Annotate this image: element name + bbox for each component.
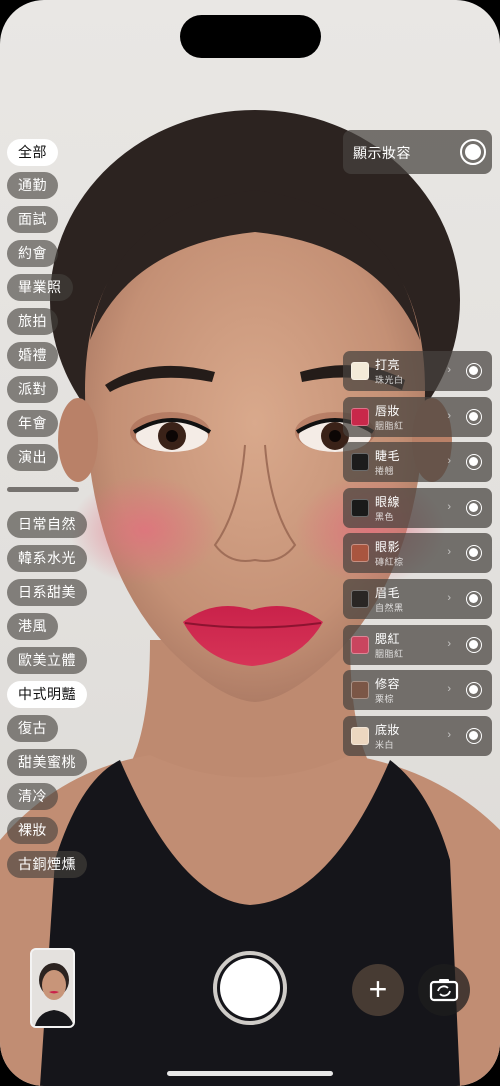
- makeup-item-shade: 捲翹: [375, 466, 395, 477]
- chevron-right-icon: ›: [447, 500, 451, 513]
- occasion-pill[interactable]: 約會: [7, 240, 58, 267]
- makeup-item-shade: 米白: [375, 739, 395, 750]
- style-pill[interactable]: 日常自然: [7, 511, 87, 538]
- chevron-right-icon: ›: [447, 637, 451, 650]
- makeup-item-row[interactable]: 眉毛自然黑 ›: [343, 579, 492, 619]
- makeup-item-toggle[interactable]: [466, 682, 482, 699]
- makeup-item-row[interactable]: 眼線黑色 ›: [343, 487, 492, 528]
- makeup-item-row[interactable]: 睫毛捲翹 ›: [343, 442, 492, 483]
- occasion-pill[interactable]: 演出: [7, 444, 58, 471]
- style-pill[interactable]: 日系甜美: [7, 579, 87, 606]
- makeup-item-name: 打亮: [375, 358, 401, 372]
- camera-flip-button[interactable]: [418, 964, 470, 1016]
- makeup-item-shade: 珠光白: [375, 375, 404, 385]
- style-pill[interactable]: 歐美立體: [7, 647, 87, 674]
- occasion-pill[interactable]: 旅拍: [7, 308, 58, 335]
- makeup-item-row[interactable]: 打亮珠光白 ›: [343, 351, 492, 391]
- makeup-item-toggle[interactable]: [466, 727, 482, 744]
- makeup-item-name: 修容: [375, 677, 401, 692]
- makeup-item-toggle[interactable]: [466, 636, 482, 653]
- phone-screen: 全部通勤面試約會畢業照旅拍婚禮派對年會演出 日常自然韓系水光日系甜美港風歐美立體…: [0, 0, 500, 1086]
- makeup-item-row[interactable]: 唇妝胭脂紅 ›: [343, 396, 492, 437]
- occasion-pill[interactable]: 年會: [7, 410, 58, 437]
- home-indicator[interactable]: [167, 1071, 333, 1076]
- makeup-item-row[interactable]: 眼影磚紅棕 ›: [343, 533, 492, 574]
- makeup-swatch: [351, 726, 369, 745]
- occasion-pill[interactable]: 面試: [7, 206, 58, 233]
- makeup-swatch: [351, 453, 369, 472]
- chevron-right-icon: ›: [447, 455, 451, 468]
- makeup-item-name: 腮紅: [375, 631, 401, 646]
- chevron-right-icon: ›: [447, 728, 451, 741]
- last-photo-thumbnail[interactable]: [30, 948, 75, 1028]
- makeup-item-name: 底妝: [375, 722, 401, 737]
- makeup-item-shade: 胭脂紅: [375, 648, 404, 659]
- makeup-item-name: 睫毛: [375, 449, 401, 464]
- chevron-right-icon: ›: [447, 683, 451, 696]
- style-pill[interactable]: 中式明豔: [7, 681, 87, 708]
- chevron-right-icon: ›: [447, 409, 451, 422]
- style-pill[interactable]: 復古: [7, 715, 58, 742]
- plus-icon: +: [368, 971, 388, 1007]
- occasion-pill[interactable]: 全部: [7, 139, 58, 166]
- style-pill[interactable]: 甜美蜜桃: [7, 749, 87, 776]
- makeup-item-shade: 栗棕: [375, 694, 395, 705]
- occasion-pill[interactable]: 婚禮: [7, 342, 58, 369]
- makeup-item-shade: 黑色: [375, 511, 395, 522]
- makeup-item-toggle[interactable]: [466, 363, 482, 379]
- makeup-item-row[interactable]: 修容栗棕 ›: [343, 670, 492, 711]
- style-pill[interactable]: 清冷: [7, 783, 58, 810]
- makeup-swatch: [351, 590, 369, 608]
- dynamic-island: [180, 15, 321, 58]
- occasion-pill[interactable]: 通勤: [7, 172, 58, 199]
- makeup-item-toggle[interactable]: [466, 499, 482, 516]
- makeup-swatch: [351, 407, 369, 426]
- style-pill[interactable]: 韓系水光: [7, 545, 87, 572]
- makeup-swatch: [351, 362, 369, 380]
- makeup-item-shade: 胭脂紅: [375, 420, 404, 431]
- makeup-item-row[interactable]: 腮紅胭脂紅 ›: [343, 624, 492, 665]
- occasion-pill[interactable]: 畢業照: [7, 274, 73, 301]
- show-makeup-toggle-row[interactable]: 顯示妝容: [343, 130, 492, 174]
- makeup-item-shade: 磚紅棕: [375, 557, 404, 568]
- makeup-item-toggle[interactable]: [466, 545, 482, 562]
- makeup-swatch: [351, 635, 369, 654]
- category-divider: [7, 487, 79, 492]
- chevron-right-icon: ›: [447, 364, 451, 376]
- occasion-pill[interactable]: 派對: [7, 376, 58, 403]
- show-makeup-label: 顯示妝容: [353, 145, 411, 161]
- chevron-right-icon: ›: [447, 592, 451, 604]
- shutter-button[interactable]: [220, 958, 280, 1018]
- makeup-item-shade: 自然黑: [375, 603, 404, 613]
- makeup-item-toggle[interactable]: [466, 408, 482, 425]
- makeup-item-name: 眉毛: [375, 586, 401, 600]
- makeup-item-toggle[interactable]: [466, 591, 482, 607]
- add-look-button[interactable]: +: [352, 964, 404, 1016]
- show-makeup-toggle[interactable]: [460, 139, 486, 165]
- makeup-swatch: [351, 681, 369, 700]
- chevron-right-icon: ›: [447, 546, 451, 559]
- camera-flip-icon: [429, 979, 459, 1002]
- makeup-item-name: 眼線: [375, 494, 401, 509]
- style-pill[interactable]: 裸妝: [7, 817, 58, 844]
- makeup-item-name: 眼影: [375, 540, 401, 555]
- makeup-item-row[interactable]: 底妝米白 ›: [343, 715, 492, 756]
- makeup-item-toggle[interactable]: [466, 454, 482, 471]
- makeup-swatch: [351, 544, 369, 563]
- makeup-swatch: [351, 498, 369, 517]
- makeup-item-name: 唇妝: [375, 403, 401, 418]
- thumbnail-image: [32, 950, 73, 1026]
- style-pill[interactable]: 古銅煙燻: [7, 851, 87, 878]
- style-pill[interactable]: 港風: [7, 613, 58, 640]
